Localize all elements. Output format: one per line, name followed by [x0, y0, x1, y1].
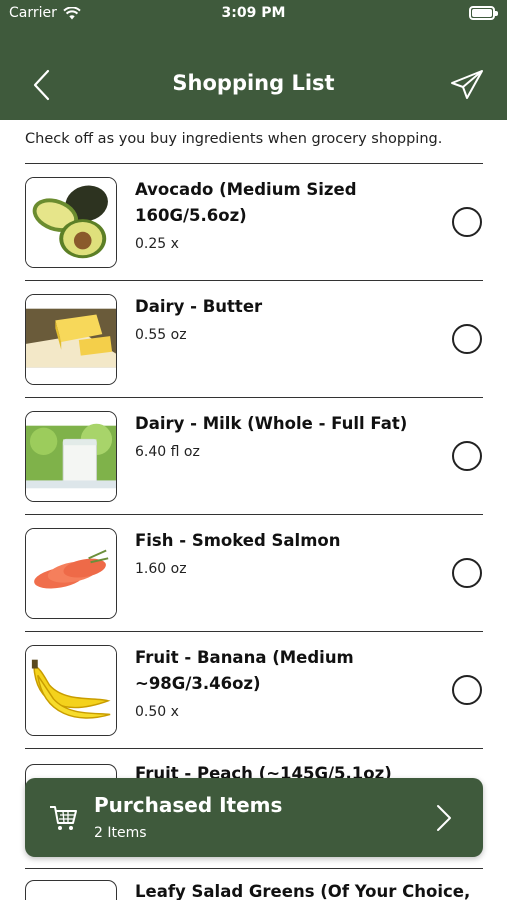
banana-image: [25, 645, 117, 736]
item-quantity: 1.60 oz: [135, 561, 187, 577]
item-name: Dairy - Milk (Whole - Full Fat): [135, 414, 408, 433]
list-item: Dairy - Butter 0.55 oz: [0, 281, 507, 398]
app-header: Carrier 3:09 PM Shopping List: [0, 0, 507, 120]
item-quantity: 6.40 fl oz: [135, 444, 200, 460]
list-item: Dairy - Milk (Whole - Full Fat) 6.40 fl …: [0, 398, 507, 515]
avocado-image: [25, 177, 117, 268]
item-quantity: 0.50 x: [135, 704, 179, 720]
butter-image: [25, 294, 117, 385]
battery-icon: [469, 6, 498, 20]
item-checkbox[interactable]: [452, 441, 482, 471]
item-checkbox[interactable]: [452, 207, 482, 237]
status-bar: Carrier 3:09 PM: [0, 0, 507, 28]
chevron-right-icon: [437, 805, 451, 831]
paper-plane-icon: [451, 70, 483, 99]
item-name: Fish - Smoked Salmon: [135, 531, 341, 550]
item-name: Avocado (Medium Sized 160G/5.6oz): [135, 180, 357, 225]
salmon-image: [25, 528, 117, 619]
purchased-count: 2 Items: [94, 825, 147, 841]
item-checkbox[interactable]: [452, 675, 482, 705]
item-name: Leafy Salad Greens (Of Your Choice,: [135, 882, 471, 900]
list-item: Fish - Smoked Salmon 1.60 oz: [0, 515, 507, 632]
item-name: Fruit - Banana (Medium ~98G/3.46oz): [135, 648, 354, 693]
item-name: Dairy - Butter: [135, 297, 263, 316]
cart-icon: [50, 806, 77, 830]
purchased-items-button[interactable]: Purchased Items 2 Items: [25, 778, 483, 857]
divider: [25, 868, 483, 869]
list-item: Fruit - Banana (Medium ~98G/3.46oz) 0.50…: [0, 632, 507, 749]
milk-image: [25, 411, 117, 502]
share-button[interactable]: [449, 68, 485, 102]
instructions-text: Check off as you buy ingredients when gr…: [25, 131, 443, 147]
nav-bar: Shopping List: [0, 60, 507, 110]
status-time: 3:09 PM: [221, 5, 286, 21]
shopping-list: Avocado (Medium Sized 160G/5.6oz) 0.25 x…: [0, 164, 507, 749]
item-quantity: 0.25 x: [135, 236, 179, 252]
page-title: Shopping List: [172, 71, 335, 95]
greens-image: [25, 880, 117, 900]
item-quantity: 0.55 oz: [135, 327, 187, 343]
item-checkbox[interactable]: [452, 324, 482, 354]
purchased-title: Purchased Items: [94, 793, 283, 817]
list-item: Avocado (Medium Sized 160G/5.6oz) 0.25 x: [0, 164, 507, 281]
item-checkbox[interactable]: [452, 558, 482, 588]
